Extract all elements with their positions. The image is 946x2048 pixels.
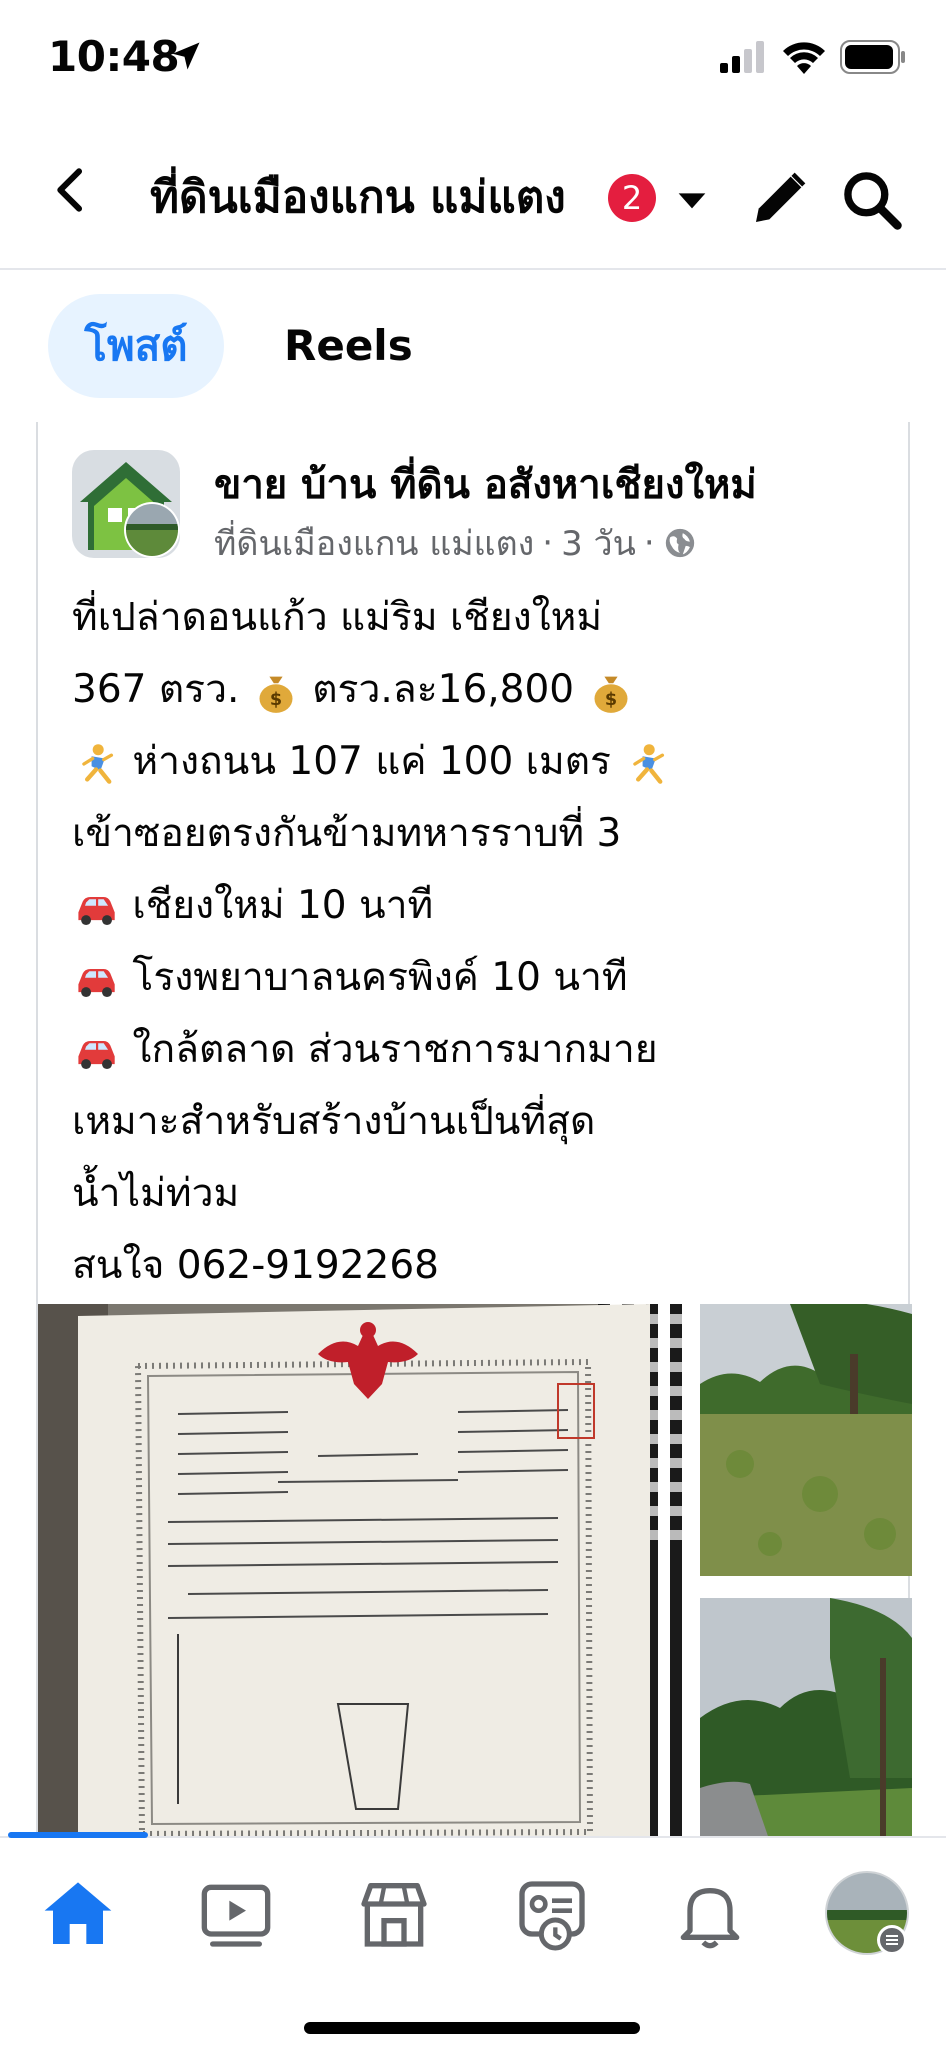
home-indicator [304, 2022, 640, 2034]
post-line-text: สนใจ 062-9192268 [72, 1243, 439, 1288]
group-title[interactable]: ที่ดินเมืองแกน แม่แตง [150, 162, 566, 232]
post-line: โรงพยาบาลนครพิงค์ 10 นาที [72, 942, 892, 1014]
wifi-icon [783, 42, 825, 74]
status-time: 10:48 [48, 32, 180, 81]
money-bag-icon: $ [594, 676, 628, 713]
post-line-text: ตรว.ละ16,800 [312, 667, 575, 712]
post-line: ห่างถนน 107 แค่ 100 เมตร [72, 726, 892, 798]
back-icon[interactable] [44, 162, 100, 218]
car-icon [78, 896, 115, 925]
status-bar: 10:48 [0, 0, 946, 110]
chevron-down-icon[interactable] [672, 180, 712, 220]
post-body: ที่เปล่าดอนแก้ว แม่ริม เชียงใหม่ 367 ตรว… [72, 582, 892, 1302]
meta-separator: · [643, 523, 655, 563]
notification-badge: 2 [608, 174, 656, 222]
post-line: เชียงใหม่ 10 นาที [72, 870, 892, 942]
author-avatar[interactable] [72, 450, 180, 558]
group-header: ที่ดินเมืองแกน แม่แตง 2 [0, 130, 946, 250]
svg-text:$: $ [604, 690, 616, 710]
header-divider [0, 268, 946, 270]
svg-text:$: $ [270, 690, 282, 710]
post-line-text: โรงพยาบาลนครพิงค์ 10 นาที [132, 955, 628, 1000]
profile-avatar[interactable] [824, 1870, 910, 1956]
post-line-text: 367 ตรว. [72, 667, 240, 712]
feeds-icon[interactable] [512, 1874, 592, 1954]
photo-field[interactable] [700, 1304, 912, 1576]
status-icons [720, 40, 906, 74]
cellular-signal-icon [720, 41, 764, 73]
battery-icon [840, 40, 905, 74]
location-arrow-icon [172, 42, 200, 70]
globe-icon [665, 528, 694, 558]
post-line-text: เหมาะสำหรับสร้างบ้านเป็นที่สุด [72, 1099, 596, 1144]
post-line-text: ที่เปล่าดอนแก้ว แม่ริม เชียงใหม่ [72, 595, 603, 640]
search-icon[interactable] [838, 166, 906, 234]
post-line: น้ำไม่ท่วม [72, 1158, 892, 1230]
photo-road[interactable] [700, 1598, 912, 1842]
post-line: ที่เปล่าดอนแก้ว แม่ริม เชียงใหม่ [72, 582, 892, 654]
post-line: สนใจ 062-9192268 [72, 1230, 892, 1302]
post-line: ใกล้ตลาด ส่วนราชการมากมาย [72, 1014, 892, 1086]
nav-active-indicator [8, 1832, 148, 1838]
post-line: 367 ตรว. $ ตรว.ละ16,800 $ [72, 654, 892, 726]
post-line: เข้าซอยตรงกันข้ามทหารราบที่ 3 [72, 798, 892, 870]
post-line-text: เข้าซอยตรงกันข้ามทหารราบที่ 3 [72, 811, 622, 856]
tab-posts[interactable]: โพสต์ [48, 294, 224, 398]
car-icon [78, 968, 115, 997]
post-card: ขาย บ้าน ที่ดิน อสังหาเชียงใหม่ ที่ดินเม… [36, 422, 912, 1842]
post-line: เหมาะสำหรับสร้างบ้านเป็นที่สุด [72, 1086, 892, 1158]
post-time[interactable]: 3 วัน [561, 516, 636, 570]
bottom-nav [0, 1832, 946, 2048]
bell-icon[interactable] [670, 1874, 750, 1954]
post-line-text: ห่างถนน 107 แค่ 100 เมตร [132, 739, 611, 784]
post-line-text: น้ำไม่ท่วม [72, 1171, 240, 1216]
money-bag-icon: $ [259, 676, 293, 713]
marketplace-icon[interactable] [354, 1874, 434, 1954]
runner-icon [82, 743, 114, 784]
post-line-text: ใกล้ตลาด ส่วนราชการมากมาย [132, 1027, 658, 1072]
meta-separator: · [542, 523, 554, 563]
post-line-text: เชียงใหม่ 10 นาที [132, 883, 434, 928]
home-icon[interactable] [38, 1874, 118, 1954]
tab-reels[interactable]: Reels [284, 294, 413, 398]
runner-icon [633, 743, 665, 784]
car-icon [78, 1040, 115, 1069]
photo-land-deed[interactable] [38, 1304, 686, 1842]
post-group-link[interactable]: ที่ดินเมืองแกน แม่แตง [214, 516, 534, 570]
post-meta: ที่ดินเมืองแกน แม่แตง · 3 วัน · [214, 516, 697, 570]
video-icon[interactable] [196, 1874, 276, 1954]
post-author[interactable]: ขาย บ้าน ที่ดิน อสังหาเชียงใหม่ [214, 452, 757, 516]
pencil-icon[interactable] [748, 166, 812, 230]
